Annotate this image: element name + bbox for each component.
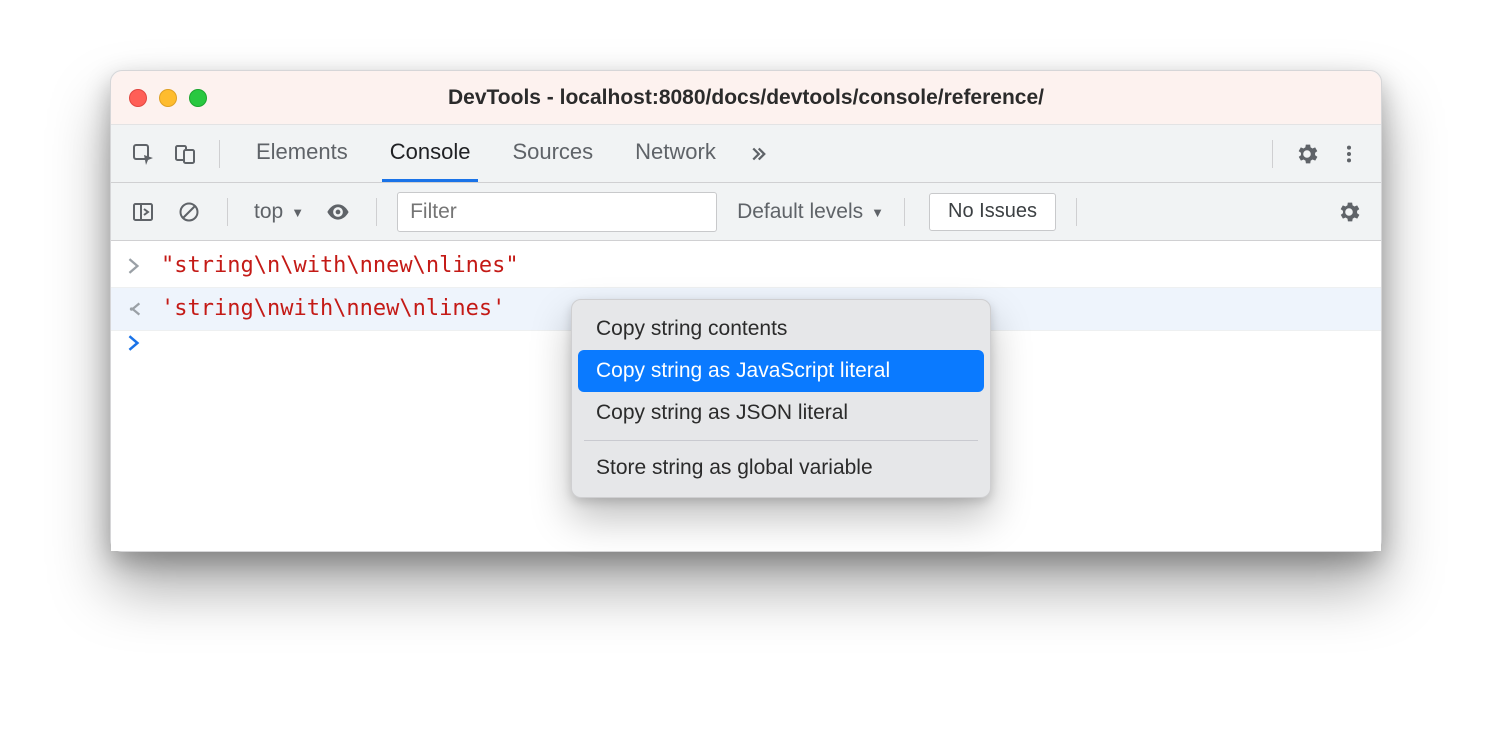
tab-network[interactable]: Network — [627, 125, 724, 182]
devtools-window: DevTools - localhost:8080/docs/devtools/… — [110, 70, 1382, 552]
log-level-picker[interactable]: Default levels ▼ — [737, 200, 884, 224]
divider — [219, 140, 220, 168]
panel-tabs: Elements Console Sources Network — [248, 125, 724, 182]
context-menu-item[interactable]: Store string as global variable — [578, 447, 984, 489]
return-arrow-icon — [127, 301, 147, 317]
live-expression-icon[interactable] — [320, 194, 356, 230]
zoom-window-button[interactable] — [189, 89, 207, 107]
context-menu: Copy string contents Copy string as Java… — [571, 299, 991, 498]
level-label: Default levels — [737, 200, 863, 224]
menu-item-label: Copy string contents — [596, 317, 787, 340]
context-menu-item[interactable]: Copy string as JSON literal — [578, 392, 984, 434]
console-toolbar: top ▼ Default levels ▼ No Issues — [111, 183, 1381, 241]
divider — [904, 198, 905, 226]
titlebar: DevTools - localhost:8080/docs/devtools/… — [111, 71, 1381, 125]
more-tabs-icon[interactable] — [738, 136, 774, 172]
clear-console-icon[interactable] — [171, 194, 207, 230]
tab-label: Elements — [256, 139, 348, 165]
issues-label: No Issues — [948, 200, 1037, 223]
close-window-button[interactable] — [129, 89, 147, 107]
context-label: top — [254, 200, 283, 224]
divider — [1076, 198, 1077, 226]
tab-label: Network — [635, 139, 716, 165]
toggle-device-toolbar-icon[interactable] — [167, 136, 203, 172]
chevron-right-icon — [127, 335, 147, 351]
tab-sources[interactable]: Sources — [504, 125, 601, 182]
tab-label: Sources — [512, 139, 593, 165]
context-menu-item[interactable]: Copy string contents — [578, 308, 984, 350]
console-input-row[interactable]: "string\n\with\nnew\nlines" — [111, 245, 1381, 288]
console-output-text: 'string\nwith\nnew\nlines' — [161, 292, 505, 326]
context-menu-item[interactable]: Copy string as JavaScript literal — [578, 350, 984, 392]
toggle-console-sidebar-icon[interactable] — [125, 194, 161, 230]
settings-icon[interactable] — [1289, 136, 1325, 172]
tab-console[interactable]: Console — [382, 125, 479, 182]
menu-item-label: Store string as global variable — [596, 456, 873, 479]
tab-label: Console — [390, 139, 471, 165]
menu-separator — [584, 440, 978, 441]
execution-context-picker[interactable]: top ▼ — [248, 200, 310, 224]
chevron-down-icon: ▼ — [291, 205, 304, 220]
divider — [376, 198, 377, 226]
traffic-lights — [129, 89, 207, 107]
devtools-tab-bar: Elements Console Sources Network — [111, 125, 1381, 183]
tab-elements[interactable]: Elements — [248, 125, 356, 182]
window-title: DevTools - localhost:8080/docs/devtools/… — [111, 86, 1381, 110]
menu-item-label: Copy string as JavaScript literal — [596, 359, 890, 382]
console-settings-icon[interactable] — [1331, 194, 1367, 230]
issues-button[interactable]: No Issues — [929, 193, 1056, 231]
console-output-area: "string\n\with\nnew\nlines" 'string\nwit… — [111, 241, 1381, 551]
console-input-text: "string\n\with\nnew\nlines" — [161, 249, 519, 283]
chevron-right-icon — [127, 258, 147, 274]
divider — [227, 198, 228, 226]
divider — [1272, 140, 1273, 168]
chevron-down-icon: ▼ — [871, 205, 884, 220]
filter-input[interactable] — [397, 192, 717, 232]
inspect-element-icon[interactable] — [125, 136, 161, 172]
kebab-menu-icon[interactable] — [1331, 136, 1367, 172]
minimize-window-button[interactable] — [159, 89, 177, 107]
menu-item-label: Copy string as JSON literal — [596, 401, 848, 424]
